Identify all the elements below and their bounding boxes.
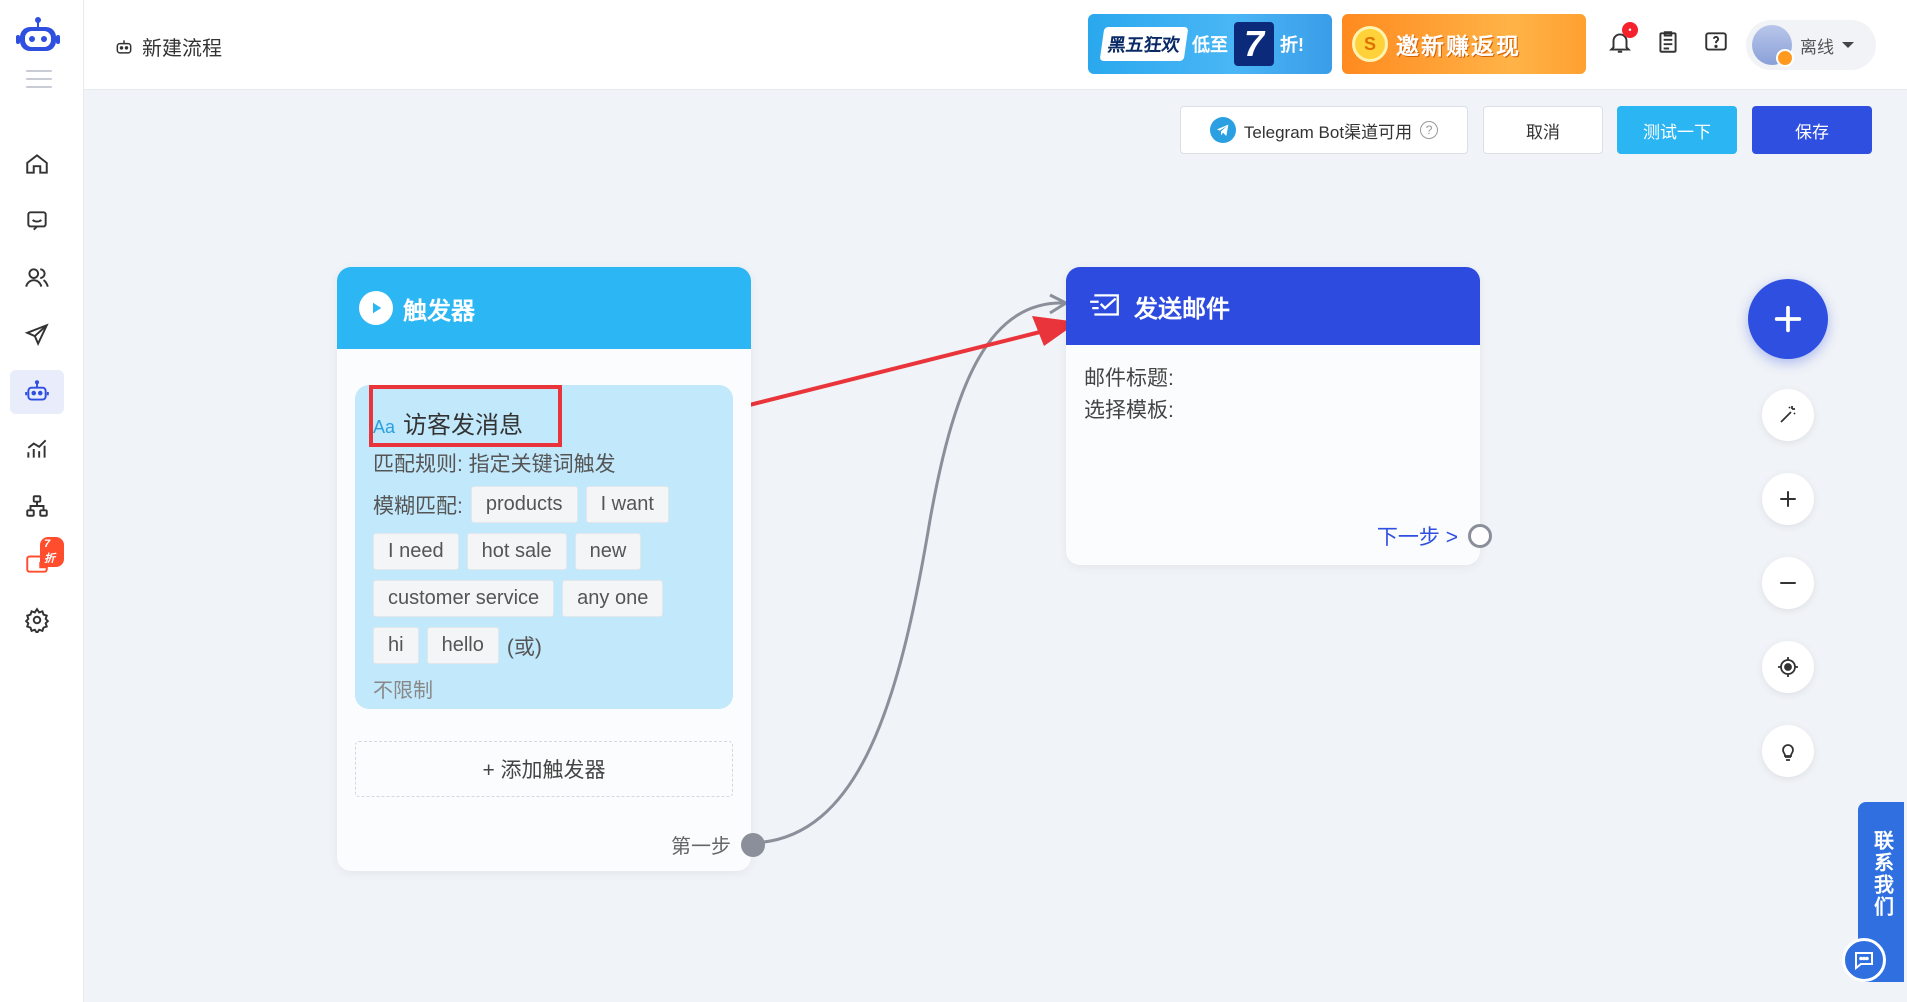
keyword-tag: new	[574, 533, 642, 570]
nav-bot-flows[interactable]	[10, 370, 64, 414]
top-bar: 新建流程 黑五狂欢 低至 7 折! S 邀新赚返现 • 离线	[84, 0, 1907, 90]
trigger-node-title: 触发器	[403, 297, 475, 325]
org-tree-icon	[26, 495, 48, 517]
help-circle-icon[interactable]: ?	[1420, 121, 1439, 139]
keyword-list: 模糊匹配: products I want I need hot sale ne…	[373, 486, 715, 664]
tips-button[interactable]	[1762, 725, 1814, 777]
help-icon	[1705, 32, 1727, 51]
next-step-label[interactable]: 下一步 >	[1377, 521, 1458, 551]
keyword-tag: customer service	[373, 580, 555, 617]
chart-icon	[27, 439, 47, 458]
magic-wand-icon	[1780, 406, 1796, 423]
robot-logo-icon[interactable]	[16, 16, 60, 56]
nav-broadcast[interactable]	[10, 313, 64, 357]
nav-wallet[interactable]: 7折	[10, 537, 64, 585]
match-rule: 匹配规则: 指定关键词触发	[373, 453, 616, 476]
zoom-out-button[interactable]	[1762, 557, 1814, 609]
email-icon	[1090, 294, 1119, 316]
next-step-output: 下一步 >	[1377, 521, 1492, 551]
lightbulb-icon	[1782, 744, 1794, 761]
cancel-button[interactable]: 取消	[1483, 106, 1603, 154]
robot-icon	[116, 39, 132, 54]
robot-icon	[25, 380, 49, 401]
help-button[interactable]	[1702, 28, 1730, 56]
send-email-node-header: 发送邮件	[1066, 267, 1480, 345]
promo1-suffix: 折!	[1280, 35, 1304, 55]
fuzzy-match-label: 模糊匹配:	[373, 494, 463, 518]
telegram-icon	[1209, 117, 1236, 143]
plus-icon	[1774, 305, 1802, 333]
center-view-button[interactable]	[1762, 641, 1814, 693]
minus-icon	[1780, 582, 1796, 584]
page-title-text: 新建流程	[142, 38, 222, 60]
user-menu[interactable]: 离线	[1746, 20, 1876, 70]
nav-settings[interactable]	[10, 598, 64, 642]
menu-toggle-icon[interactable]	[26, 70, 52, 94]
output-port-handle[interactable]	[1468, 524, 1492, 548]
users-icon	[25, 268, 49, 287]
play-icon	[359, 291, 393, 325]
clipboard-icon	[1659, 31, 1677, 53]
promo1-number: 7	[1234, 22, 1274, 66]
user-status: 离线	[1800, 37, 1834, 57]
notification-badge: •	[1622, 22, 1638, 38]
email-template-label: 选择模板:	[1084, 399, 1174, 422]
gear-icon	[24, 607, 50, 633]
keyword-tag: I want	[585, 486, 669, 523]
send-email-node-title: 发送邮件	[1134, 295, 1230, 323]
promo1-tag: 黑五狂欢	[1099, 27, 1189, 61]
email-subject-label: 邮件标题:	[1084, 367, 1174, 390]
send-email-node-body: 邮件标题: 选择模板:	[1066, 345, 1480, 445]
nav-organization[interactable]	[10, 484, 64, 528]
keyword-tag: products	[470, 486, 578, 523]
promo2-text: 邀新赚返现	[1396, 33, 1521, 59]
page-title: 新建流程	[114, 32, 222, 61]
plus-icon	[1780, 491, 1796, 507]
caret-down-icon	[1842, 42, 1854, 48]
keyword-tag: any one	[562, 580, 664, 617]
discount-badge: 7折	[40, 537, 64, 567]
annotation-highlight-box	[369, 385, 562, 447]
chat-bubble-icon[interactable]	[1842, 938, 1886, 982]
sidebar: 7折	[0, 0, 84, 1002]
trigger-node-header: 触发器	[337, 267, 751, 349]
locate-icon	[1778, 657, 1798, 677]
send-icon	[24, 323, 49, 347]
zoom-in-button[interactable]	[1762, 473, 1814, 525]
keyword-tag: hot sale	[466, 533, 567, 570]
chat-icon	[27, 211, 47, 231]
first-step-output: 第一步	[671, 830, 765, 859]
black-friday-promo-banner[interactable]: 黑五狂欢 低至 7 折!	[1088, 14, 1332, 74]
add-trigger-button[interactable]: + 添加触发器	[355, 741, 733, 797]
channel-label: Telegram Bot渠道可用	[1243, 122, 1413, 142]
send-email-node[interactable]: 发送邮件 邮件标题: 选择模板: 下一步 >	[1066, 267, 1492, 565]
coin-icon: S	[1352, 26, 1388, 62]
or-label: (或)	[506, 635, 542, 659]
test-button[interactable]: 测试一下	[1617, 106, 1737, 154]
promo1-text: 低至	[1192, 35, 1228, 55]
home-icon	[26, 154, 48, 174]
nav-conversations[interactable]	[10, 199, 64, 243]
limit-text: 不限制	[373, 680, 433, 702]
avatar	[1752, 25, 1794, 67]
referral-promo-banner[interactable]: S 邀新赚返现	[1342, 14, 1586, 74]
output-port-handle[interactable]	[741, 832, 765, 857]
nav-contacts[interactable]	[10, 256, 64, 300]
connector-arrowhead	[1049, 293, 1070, 315]
keyword-tag: hello	[426, 627, 499, 664]
nav-home[interactable]	[10, 142, 64, 186]
trigger-node[interactable]: 触发器 Aa 访客发消息 匹配规则: 指定关键词触发 模糊匹配: product…	[337, 267, 765, 871]
contact-us-label: 联系我们	[1870, 830, 1893, 918]
save-button[interactable]: 保存	[1752, 106, 1872, 154]
clipboard-button[interactable]	[1654, 28, 1682, 56]
keyword-tag: I need	[373, 533, 459, 570]
channel-availability-button[interactable]: Telegram Bot渠道可用 ?	[1180, 106, 1468, 154]
flow-connector-line	[751, 301, 1067, 845]
auto-layout-button[interactable]	[1762, 389, 1814, 441]
nav-analytics[interactable]	[10, 427, 64, 471]
notification-button[interactable]: •	[1606, 22, 1638, 56]
add-node-button[interactable]	[1748, 279, 1828, 359]
keyword-tag: hi	[373, 627, 419, 664]
first-step-label: 第一步	[671, 836, 731, 858]
